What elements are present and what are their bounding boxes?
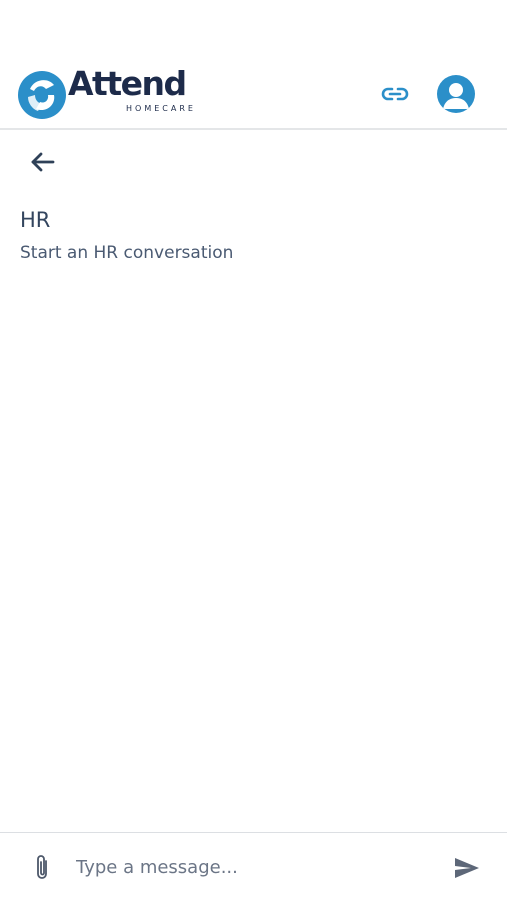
conversation-title: HR [20,208,51,232]
link-icon [381,87,409,101]
link-button[interactable] [378,78,412,110]
user-avatar-icon [443,83,469,109]
attach-button[interactable] [28,851,56,885]
send-button[interactable] [450,853,484,883]
send-icon [455,858,479,878]
app-header: Attend HOMECARE [0,0,507,130]
paperclip-icon [37,855,47,879]
brand-logo: Attend HOMECARE [16,64,196,122]
logo-mark-icon [18,71,66,119]
conversation-subtitle: Start an HR conversation [20,243,234,263]
arrow-left-icon [31,152,55,172]
back-button[interactable] [26,146,58,178]
brand-name: Attend [68,64,187,103]
message-composer [0,832,507,900]
message-input[interactable] [74,849,428,885]
brand-subtitle: HOMECARE [126,104,196,113]
chat-page: Attend HOMECARE HR Start an HR conversat… [0,0,507,900]
user-avatar-button[interactable] [437,75,475,113]
